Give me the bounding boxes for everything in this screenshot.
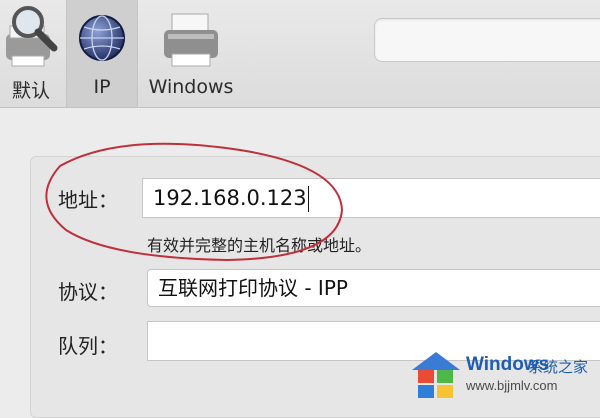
printer-icon	[164, 13, 218, 67]
toolbar-item-label: 默认	[11, 80, 50, 102]
protocol-label: 协议：	[58, 280, 118, 304]
toolbar-item-ip[interactable]: IP	[66, 0, 138, 107]
toolbar-item-windows[interactable]: Windows	[144, 0, 238, 107]
toolbar: 默认 IP Windows	[0, 0, 600, 108]
text-caret	[307, 186, 309, 212]
toolbar-item-label: Windows	[148, 76, 234, 98]
toolbar-item-default[interactable]: 默认	[0, 0, 62, 107]
search-field[interactable]	[374, 18, 600, 62]
globe-icon	[79, 15, 125, 61]
windows-logo-icon	[412, 352, 460, 398]
protocol-select-value: 互联网打印协议 - IPP	[158, 276, 348, 300]
address-label: 地址：	[58, 188, 118, 212]
magnifier-printer-icon	[6, 6, 58, 67]
protocol-select[interactable]: 互联网打印协议 - IPP	[147, 269, 600, 307]
queue-label: 队列：	[58, 334, 118, 358]
toolbar-item-label: IP	[93, 76, 111, 98]
address-input-value: 192.168.0.123	[153, 186, 309, 212]
watermark-site: 系统之家	[528, 358, 589, 376]
watermark-url: www.bjjmlv.com	[466, 378, 558, 393]
watermark: Windows 系统之家 www.bjjmlv.com	[408, 346, 600, 400]
address-input[interactable]: 192.168.0.123	[142, 178, 600, 218]
address-hint: 有效并完整的主机名称或地址。	[147, 236, 372, 255]
